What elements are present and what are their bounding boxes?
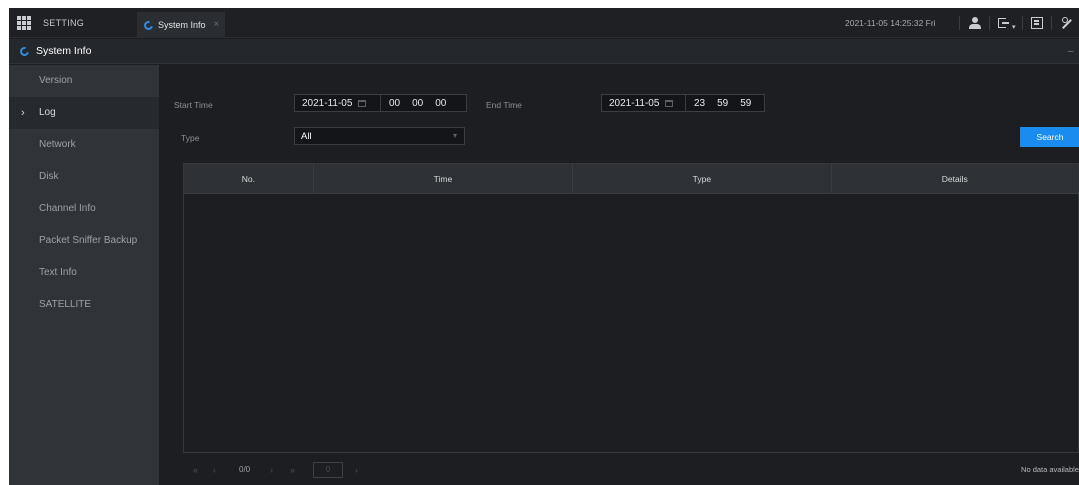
log-table: No. Time Type Details [183,163,1079,453]
end-second[interactable]: 59 [740,98,751,109]
top-bar: SETTING System Info × 2021-11-05 14:25:3… [9,8,1079,38]
next-page-button[interactable]: › [270,460,273,480]
sidebar-item-network[interactable]: Network [9,129,159,161]
column-header-type[interactable]: Type [573,164,832,193]
sidebar-item-satellite[interactable]: SATELLITE [9,289,159,321]
sidebar-item-label: Channel Info [39,203,96,214]
type-label: Type [181,133,200,143]
setting-menu-button[interactable]: SETTING [9,8,137,38]
close-icon[interactable]: × [214,20,220,30]
start-hour[interactable]: 00 [389,98,400,109]
page-title-bar: System Info – [9,39,1079,64]
last-page-button[interactable]: » [290,460,295,480]
sidebar-item-label: Version [39,75,73,86]
sidebar-item-label: Packet Sniffer Backup [39,235,138,246]
tools-icon[interactable] [1061,17,1073,29]
sidebar: Version › Log Network Disk Channel Info P… [9,65,159,485]
column-header-time[interactable]: Time [314,164,574,193]
sidebar-item-text-info[interactable]: Text Info [9,257,159,289]
sidebar-item-version[interactable]: Version [9,65,159,97]
system-datetime: 2021-11-05 14:25:32 Fri [845,18,936,28]
go-page-button[interactable]: › [355,460,358,480]
start-time-label: Start Time [174,100,213,110]
save-icon[interactable] [1031,17,1043,29]
type-select-value: All [301,130,312,142]
no-data-message: No data available [1021,465,1079,474]
end-time-label: End Time [486,100,522,110]
divider [959,16,960,30]
user-icon[interactable] [969,17,981,29]
sidebar-item-log[interactable]: › Log [9,97,159,129]
calendar-icon[interactable] [665,99,673,107]
chevron-down-icon: ▾ [452,131,457,140]
sidebar-item-label: SATELLITE [39,299,92,310]
table-header: No. Time Type Details [184,164,1078,194]
page-count: 0/0 [239,465,251,474]
app-window: SETTING System Info × 2021-11-05 14:25:3… [9,8,1079,485]
setting-label: SETTING [43,18,85,28]
sidebar-item-channel-info[interactable]: Channel Info [9,193,159,225]
first-page-button[interactable]: « [193,460,198,480]
chevron-right-icon: › [21,107,25,119]
column-header-no[interactable]: No. [184,164,314,193]
page-number-input[interactable]: 0 [313,462,343,478]
start-time-field[interactable]: 2021-11-05 00 00 00 [294,94,467,112]
minimize-button[interactable]: – [1068,39,1074,64]
divider [1051,16,1052,30]
divider [989,16,990,30]
grid-menu-icon [17,16,31,30]
tab-system-info[interactable]: System Info × [137,12,225,38]
end-hour[interactable]: 23 [694,98,705,109]
end-time-field[interactable]: 2021-11-05 23 59 59 [601,94,765,112]
chevron-down-icon[interactable]: ▾ [1012,24,1016,31]
sidebar-item-label: Log [39,107,56,118]
system-info-icon [142,18,155,32]
sidebar-item-packet-sniffer-backup[interactable]: Packet Sniffer Backup [9,225,159,257]
calendar-icon[interactable] [358,99,366,107]
sidebar-item-label: Network [39,139,76,150]
end-time-input[interactable]: 23 59 59 [685,95,751,111]
system-info-icon [18,45,31,58]
prev-page-button[interactable]: ‹ [213,460,216,480]
divider [1022,16,1023,30]
start-time-input[interactable]: 00 00 00 [380,95,446,111]
end-minute[interactable]: 59 [717,98,728,109]
page-title: System Info [36,45,92,57]
sidebar-item-disk[interactable]: Disk [9,161,159,193]
start-second[interactable]: 00 [435,98,446,109]
sidebar-item-label: Text Info [39,267,77,278]
column-header-details[interactable]: Details [832,164,1078,193]
pagination: « ‹ 0/0 › » 0 › No data available [183,460,1079,480]
start-minute[interactable]: 00 [412,98,423,109]
type-select[interactable]: All ▾ [294,127,465,145]
logout-icon[interactable] [998,17,1010,29]
search-button[interactable]: Search [1020,127,1079,147]
tab-system-info-label: System Info [158,20,206,30]
log-panel: Start Time 2021-11-05 00 00 00 End Time … [159,65,1079,485]
sidebar-item-label: Disk [39,171,59,182]
